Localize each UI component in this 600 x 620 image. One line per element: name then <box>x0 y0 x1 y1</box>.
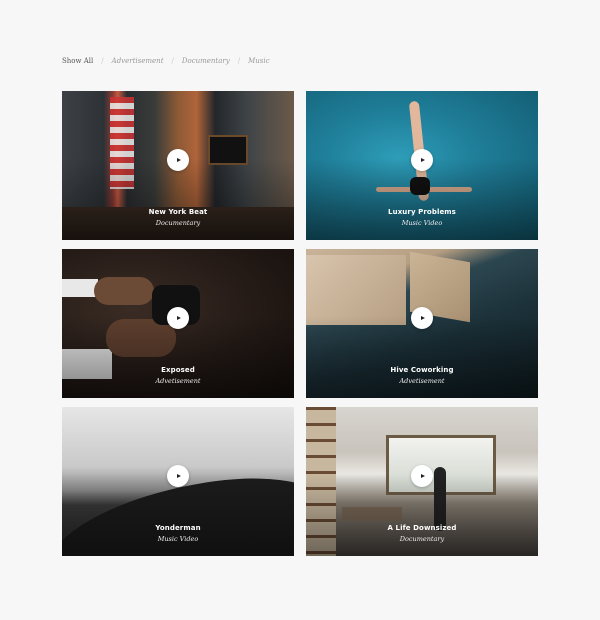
project-card[interactable]: Yonderman Music Video <box>62 407 294 556</box>
filter-music[interactable]: Music <box>248 57 269 65</box>
project-title: New York Beat <box>148 208 208 216</box>
play-icon[interactable] <box>167 306 189 329</box>
project-title: A Life Downsized <box>387 524 457 532</box>
filter-separator: / <box>237 57 241 65</box>
project-category: Music Video <box>401 219 443 227</box>
project-category: Documentary <box>155 219 201 227</box>
project-card[interactable]: New York Beat Documentary <box>62 91 294 240</box>
project-card[interactable]: A Life Downsized Documentary <box>306 407 538 556</box>
portfolio-filters: Show All / Advertisement / Documentary /… <box>62 57 270 65</box>
project-title: Luxury Problems <box>388 208 456 216</box>
project-title: Exposed <box>161 366 195 374</box>
project-category: Documentary <box>399 535 445 543</box>
project-title: Yonderman <box>155 524 201 532</box>
project-title: Hive Coworking <box>390 366 454 374</box>
project-category: Advetisement <box>399 377 445 385</box>
project-card[interactable]: Luxury Problems Music Video <box>306 91 538 240</box>
play-icon[interactable] <box>167 464 189 487</box>
play-icon[interactable] <box>411 464 433 487</box>
play-icon[interactable] <box>411 148 433 171</box>
project-card[interactable]: Hive Coworking Advetisement <box>306 249 538 398</box>
filter-separator: / <box>101 57 104 65</box>
project-category: Music Video <box>157 535 199 543</box>
project-category: Advetisement <box>155 377 201 385</box>
play-icon[interactable] <box>411 306 433 329</box>
project-card[interactable]: Exposed Advetisement <box>62 249 294 398</box>
filter-advertisement[interactable]: Advertisement <box>112 57 164 65</box>
filter-separator: / <box>171 57 174 65</box>
play-icon[interactable] <box>167 148 189 171</box>
filter-show-all[interactable]: Show All <box>62 57 93 65</box>
filter-documentary[interactable]: Documentary <box>182 57 230 65</box>
